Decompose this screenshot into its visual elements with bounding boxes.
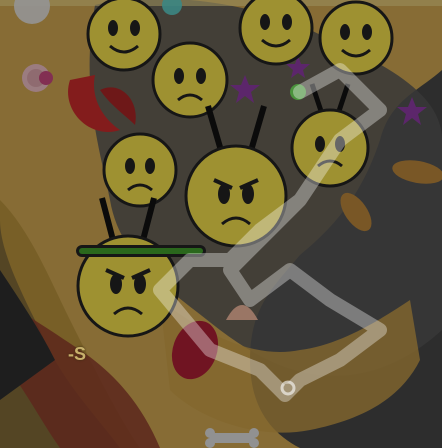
- game-viewport[interactable]: [0, 0, 442, 448]
- partial-hud-text: -S: [68, 344, 86, 364]
- dim-overlay: [0, 0, 442, 448]
